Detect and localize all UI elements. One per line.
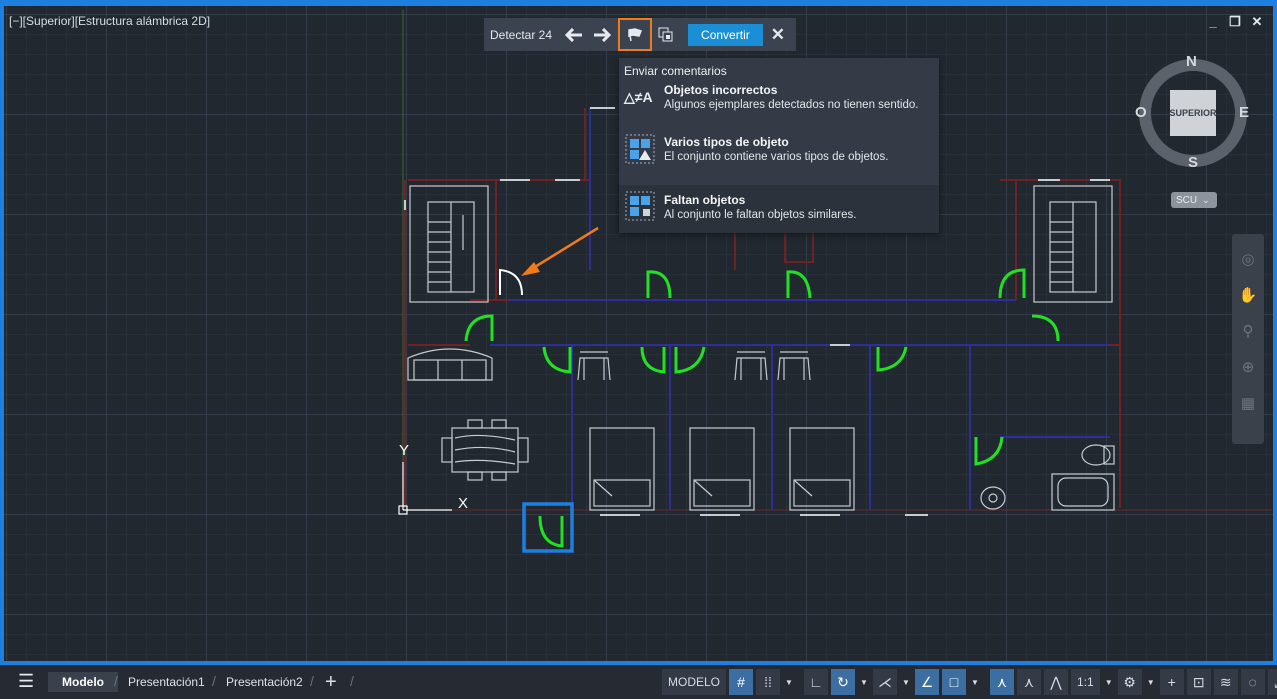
- viewcube-top-face[interactable]: SUPERIOR: [1170, 90, 1217, 136]
- navigation-bar: ◎ ✋ ⚲ ⊕ ▦: [1232, 234, 1264, 444]
- isolate-objects-icon[interactable]: ⊡: [1186, 669, 1211, 695]
- add-layout-button[interactable]: +: [325, 671, 337, 693]
- feedback-item-desc: El conjunto contiene varios tipos de obj…: [664, 151, 889, 163]
- feedback-item-desc: Algunos ejemplares detectados no tienen …: [664, 99, 919, 111]
- convert-button[interactable]: Convertir: [688, 23, 763, 46]
- annotation-visibility-icon[interactable]: ⋏: [990, 669, 1015, 695]
- feedback-item-title: Objetos incorrectos: [664, 83, 778, 97]
- viewport-label[interactable]: [−][Superior][Estructura alámbrica 2D]: [9, 14, 210, 28]
- chevron-down-icon: ⌄: [1202, 194, 1210, 205]
- snap-icon[interactable]: ⁞⁞: [756, 669, 781, 695]
- chevron-down-icon[interactable]: ▼: [900, 669, 912, 695]
- undetected-door: [499, 268, 523, 296]
- plus-icon[interactable]: +: [1159, 669, 1184, 695]
- tab-model[interactable]: Modelo: [48, 672, 118, 692]
- viewport-window-controls: _ ❐ ✕: [1207, 14, 1263, 30]
- tab-separator: /: [212, 673, 216, 689]
- steering-wheel-icon[interactable]: ◎: [1241, 250, 1254, 268]
- incorrect-objects-icon: △≠A: [624, 89, 653, 105]
- object-snap-tracking-icon[interactable]: ∠: [915, 669, 940, 695]
- minimize-icon[interactable]: _: [1207, 14, 1219, 30]
- model-space-button[interactable]: MODELO: [662, 669, 727, 695]
- tab-layout1[interactable]: Presentación1: [128, 672, 205, 692]
- isodraft-icon[interactable]: ⋌: [873, 669, 898, 695]
- ucs-label: SCU: [1176, 194, 1198, 206]
- tab-layout2[interactable]: Presentación2: [226, 672, 303, 692]
- object-snap-icon[interactable]: □: [942, 669, 967, 695]
- feedback-item-multiple-types[interactable]: Varios tipos de objeto El conjunto conti…: [619, 134, 939, 182]
- bathroom-fixtures: [980, 444, 1115, 511]
- missing-objects-icon: [625, 191, 655, 221]
- viewcube-south[interactable]: S: [1188, 154, 1198, 171]
- select-set-icon[interactable]: [652, 22, 680, 48]
- clean-screen-icon[interactable]: ⤢: [1267, 669, 1277, 695]
- beds: [589, 427, 855, 511]
- scale-selector[interactable]: 1:1: [1071, 669, 1100, 695]
- feedback-item-desc: Al conjunto le faltan objetos similares.: [664, 209, 857, 221]
- polar-tracking-icon[interactable]: ↻: [831, 669, 856, 695]
- stairs-left: [409, 185, 489, 303]
- close-viewport-icon[interactable]: ✕: [1251, 14, 1263, 30]
- detect-toolbar: Detectar 24 Convertir ✕: [484, 18, 796, 51]
- status-bar: ☰ Modelo / Presentación1 / Presentación2…: [0, 665, 1277, 699]
- stairs-right: [1033, 185, 1113, 303]
- feedback-item-missing-objects[interactable]: Faltan objetos Al conjunto le faltan obj…: [619, 185, 939, 233]
- arrow-left-icon[interactable]: [560, 22, 588, 48]
- chevron-down-icon[interactable]: ▼: [969, 669, 981, 695]
- hamburger-menu-icon[interactable]: ☰: [18, 671, 34, 692]
- feedback-item-title: Faltan objetos: [664, 193, 746, 207]
- chevron-down-icon[interactable]: ▼: [1103, 669, 1115, 695]
- dining-table: [441, 419, 529, 481]
- ucs-menu-button[interactable]: SCU ⌄: [1171, 192, 1217, 208]
- zoom-icon[interactable]: ⚲: [1243, 322, 1254, 340]
- chevron-down-icon[interactable]: ▼: [858, 669, 870, 695]
- viewcube-east[interactable]: E: [1239, 104, 1249, 121]
- tab-separator: /: [350, 673, 354, 689]
- gear-icon[interactable]: ⚙: [1117, 669, 1142, 695]
- tab-separator: /: [310, 673, 314, 689]
- feedback-dropdown: Enviar comentarios △≠A Objetos incorrect…: [619, 58, 939, 233]
- grid-icon[interactable]: #: [729, 669, 754, 695]
- tab-separator: /: [114, 673, 118, 689]
- arrow-right-icon[interactable]: [588, 22, 616, 48]
- flag-icon[interactable]: [618, 18, 653, 51]
- chevron-down-icon[interactable]: ▼: [783, 669, 795, 695]
- multiple-types-icon: [625, 134, 655, 164]
- auto-scale-icon[interactable]: ⋏: [1017, 669, 1042, 695]
- pan-icon[interactable]: ✋: [1239, 286, 1258, 304]
- showmotion-icon[interactable]: ▦: [1241, 394, 1255, 412]
- restore-icon[interactable]: ❐: [1229, 14, 1241, 30]
- ucs-icon: [398, 462, 452, 515]
- feedback-title: Enviar comentarios: [624, 64, 727, 78]
- detect-count-label: Detectar 24: [490, 27, 553, 42]
- annotation-scale-icon[interactable]: ⋀: [1044, 669, 1069, 695]
- ucs-y-label: Y: [399, 442, 409, 459]
- ortho-icon[interactable]: ∟: [804, 669, 829, 695]
- close-icon[interactable]: ✕: [771, 25, 785, 45]
- viewcube-west[interactable]: O: [1135, 104, 1147, 121]
- orbit-icon[interactable]: ⊕: [1242, 358, 1255, 376]
- layer-icon[interactable]: ≋: [1213, 669, 1238, 695]
- viewcube-north[interactable]: N: [1186, 53, 1197, 70]
- status-toggles: MODELO # ⁞⁞ ▼ ∟ ↻ ▼ ⋌ ▼ ∠ □ ▼ ⋏ ⋏ ⋀ 1:1 …: [662, 668, 1277, 696]
- orange-arrow-annotation: [521, 226, 599, 276]
- ucs-x-label: X: [458, 495, 468, 512]
- chevron-down-icon[interactable]: ▼: [1145, 669, 1157, 695]
- feedback-item-incorrect-objects[interactable]: △≠A Objetos incorrectos Algunos ejemplar…: [619, 82, 939, 130]
- feedback-item-title: Varios tipos de objeto: [664, 135, 789, 149]
- graphics-performance-icon[interactable]: ◌: [1240, 669, 1265, 695]
- sofa: [407, 348, 493, 381]
- selection-highlight-box: [522, 502, 574, 553]
- viewcube[interactable]: N S E O SUPERIOR: [1135, 52, 1250, 172]
